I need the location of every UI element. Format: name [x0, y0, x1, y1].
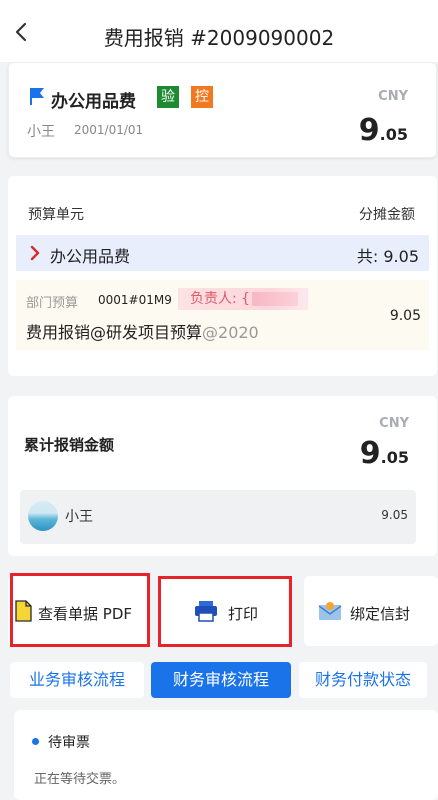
nav-bar: 费用报销 #2009090002 [0, 0, 438, 62]
amount-integer: 9 [359, 436, 381, 471]
dept-budget-label: 部门预算 [26, 296, 79, 311]
user-total-row[interactable]: 小王 9.05 [20, 490, 416, 544]
tab-finance-payment[interactable]: 财务付款状态 [299, 662, 427, 698]
envelope-icon [318, 602, 342, 620]
budget-unit-header: 预算单元 [28, 207, 84, 223]
tab-finance-review[interactable]: 财务审核流程 [151, 662, 291, 698]
expense-summary-card[interactable]: 办公用品费 验 控 CNY 小王 2001/01/01 9.05 [8, 62, 437, 158]
highlight-frame [10, 573, 150, 647]
highlight-frame [158, 576, 292, 647]
allocation-amount-header: 分摊金额 [359, 207, 415, 223]
avatar [28, 501, 58, 531]
bind-envelope-button[interactable]: 绑定信封 [304, 576, 438, 646]
status-dot [32, 738, 39, 745]
budget-category-total: 共: 9.05 [356, 247, 419, 266]
tab-business-review[interactable]: 业务审核流程 [10, 662, 144, 698]
budget-item-year: @2020 [202, 323, 259, 342]
owner-visible: { [241, 291, 251, 307]
chevron-right-icon [30, 245, 40, 261]
budget-item-name: 费用报销@研发项目预算 [26, 323, 203, 342]
owner-label: 负责人: [190, 291, 242, 307]
expense-date: 2001/01/01 [74, 123, 144, 137]
expense-amount: 9.05 [359, 113, 408, 148]
cumulative-card: CNY 累计报销金额 9.05 小王 9.05 [8, 396, 437, 556]
user-amount: 9.05 [381, 508, 408, 522]
applicant-name: 小王 [27, 124, 55, 140]
redacted-name [252, 292, 299, 306]
flow-tabs: 业务审核流程 财务审核流程 财务付款状态 [0, 658, 438, 702]
user-name: 小王 [65, 509, 93, 525]
budget-card: 预算单元 分摊金额 办公用品费 共: 9.05 部门预算 0001#01M9 负… [8, 176, 437, 376]
flag-icon [30, 88, 44, 105]
expense-category-title: 办公用品费 [51, 92, 136, 112]
budget-item-amount: 9.05 [389, 308, 421, 324]
amount-decimal: .05 [379, 125, 408, 144]
budget-category-label: 办公用品费 [50, 247, 131, 266]
cumulative-amount: 9.05 [360, 436, 409, 471]
amount-decimal: .05 [380, 448, 409, 467]
dept-budget-code: 0001#01M9 [98, 293, 172, 307]
budget-item-title: 费用报销@研发项目预算@2020 [26, 319, 259, 343]
amount-integer: 9 [358, 113, 380, 148]
flow-status: 待审票 [48, 735, 90, 751]
page-title: 费用报销 #2009090002 [103, 26, 335, 50]
budget-category-row[interactable]: 办公用品费 共: 9.05 [16, 235, 429, 271]
owner-tag: 负责人: { [178, 288, 308, 310]
control-badge: 控 [191, 86, 213, 108]
verify-badge: 验 [157, 86, 179, 108]
cumulative-label: 累计报销金额 [24, 436, 115, 454]
currency-label: CNY [378, 89, 408, 104]
flow-status-card: 待审票 正在等待交票。 [14, 710, 438, 800]
bind-envelope-label: 绑定信封 [350, 605, 411, 623]
budget-item[interactable]: 部门预算 0001#01M9 负责人: { 费用报销@研发项目预算@2020 9… [16, 280, 429, 350]
flow-note: 正在等待交票。 [34, 772, 126, 787]
currency-label: CNY [379, 416, 409, 431]
